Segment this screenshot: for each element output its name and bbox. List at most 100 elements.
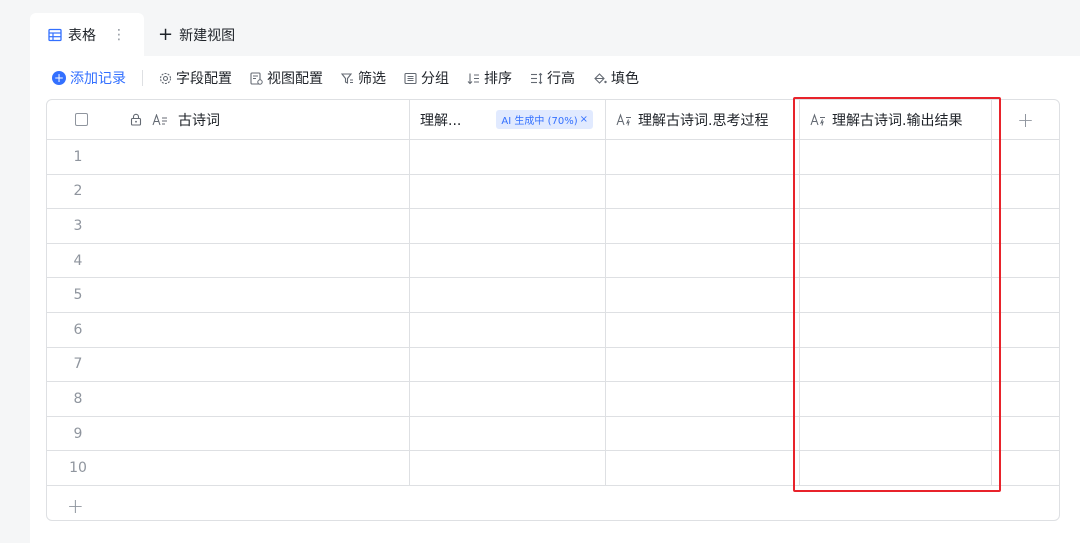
cell-thinking[interactable]: [606, 140, 800, 174]
cell-thinking[interactable]: [606, 416, 800, 451]
cell-thinking[interactable]: [606, 209, 800, 243]
ai-progress-badge[interactable]: AI 生成中 (70%) ×: [496, 110, 593, 129]
cell-poem[interactable]: 7: [47, 347, 410, 382]
cell-understand[interactable]: [410, 174, 606, 209]
row-number: 2: [73, 183, 83, 200]
cell-output[interactable]: [800, 278, 992, 312]
cell-output[interactable]: [800, 416, 992, 451]
row-number: 8: [73, 390, 83, 407]
cell-poem[interactable]: 10: [47, 451, 410, 485]
toolbar: + 添加记录 字段配置 视图配置 筛选 分组 排序 行高 填色: [52, 66, 657, 90]
plus-icon: +: [1017, 107, 1034, 132]
new-view-button[interactable]: + 新建视图: [144, 13, 249, 56]
column-header-poem[interactable]: 古诗词: [47, 100, 410, 139]
select-all-checkbox[interactable]: [75, 113, 88, 126]
app-root: 表格 ⋮ + 新建视图 + 添加记录 字段配置 视图配置 筛选 分组 排序 行高…: [0, 0, 1080, 543]
cell-understand[interactable]: [410, 416, 606, 451]
column-title-thinking: 理解古诗词.思考过程: [638, 112, 769, 129]
table-row[interactable]: 3: [47, 209, 1059, 244]
cell-thinking[interactable]: [606, 451, 800, 485]
table-grid-icon: [48, 28, 62, 42]
cell-empty: [992, 175, 1059, 209]
group-button[interactable]: 分组: [404, 68, 449, 88]
gear-icon: [159, 72, 172, 85]
table-row[interactable]: 1: [47, 140, 1059, 175]
table-row[interactable]: 2: [47, 174, 1059, 210]
cell-output[interactable]: [800, 174, 992, 209]
cell-understand[interactable]: [410, 347, 606, 382]
ai-text-field-icon: [616, 113, 632, 126]
table-row[interactable]: 9: [47, 416, 1059, 452]
cell-thinking[interactable]: [606, 347, 800, 382]
row-number: 5: [73, 287, 83, 304]
cell-poem[interactable]: 8: [47, 382, 410, 416]
cell-understand[interactable]: [410, 209, 606, 243]
cell-empty: [992, 278, 1059, 312]
cell-thinking[interactable]: [606, 243, 800, 278]
cell-understand[interactable]: [410, 451, 606, 485]
cell-output[interactable]: [800, 243, 992, 278]
cell-empty: [992, 313, 1059, 347]
cell-understand[interactable]: [410, 312, 606, 347]
cell-poem[interactable]: 9: [47, 416, 410, 451]
field-config-label: 字段配置: [176, 71, 232, 87]
cell-empty: [992, 209, 1059, 243]
cell-output[interactable]: [800, 312, 992, 347]
table-row[interactable]: 6: [47, 312, 1059, 348]
fill-color-button[interactable]: 填色: [593, 68, 639, 88]
ai-text-field-icon: [810, 113, 826, 126]
view-config-button[interactable]: 视图配置: [250, 68, 323, 88]
cell-output[interactable]: [800, 347, 992, 382]
cell-understand[interactable]: [410, 278, 606, 312]
group-label: 分组: [421, 71, 449, 87]
cell-output[interactable]: [800, 209, 992, 243]
cell-thinking[interactable]: [606, 174, 800, 209]
more-options-icon[interactable]: ⋮: [112, 27, 126, 43]
cell-output[interactable]: [800, 140, 992, 174]
cell-output[interactable]: [800, 451, 992, 485]
tab-table-view[interactable]: 表格 ⋮: [30, 13, 144, 56]
plus-circle-icon: +: [52, 71, 66, 85]
row-number: 4: [73, 252, 83, 269]
cell-empty: [992, 140, 1059, 174]
table-row[interactable]: 4: [47, 243, 1059, 279]
cell-understand[interactable]: [410, 243, 606, 278]
table-row[interactable]: 8: [47, 382, 1059, 417]
cell-poem[interactable]: 1: [47, 140, 410, 174]
cell-thinking[interactable]: [606, 312, 800, 347]
column-title-output: 理解古诗词.输出结果: [832, 112, 963, 129]
cell-thinking[interactable]: [606, 382, 800, 416]
add-column-button[interactable]: +: [992, 100, 1059, 139]
cell-poem[interactable]: 2: [47, 174, 410, 209]
filter-button[interactable]: 筛选: [341, 68, 386, 88]
cell-understand[interactable]: [410, 140, 606, 174]
table-row[interactable]: 5: [47, 278, 1059, 313]
row-number: 10: [69, 460, 87, 477]
column-header-thinking[interactable]: 理解古诗词.思考过程: [606, 100, 800, 139]
field-config-button[interactable]: 字段配置: [159, 68, 232, 88]
column-header-understand[interactable]: 理解... AI 生成中 (70%) ×: [410, 100, 606, 139]
paint-bucket-icon: [593, 72, 607, 85]
close-icon[interactable]: ×: [580, 114, 588, 125]
cell-thinking[interactable]: [606, 278, 800, 312]
add-record-label: 添加记录: [70, 71, 126, 87]
row-number: 6: [73, 321, 83, 338]
add-record-button[interactable]: + 添加记录: [52, 68, 126, 88]
table-row[interactable]: 10: [47, 451, 1059, 486]
row-height-button[interactable]: 行高: [530, 68, 575, 88]
column-header-output[interactable]: 理解古诗词.输出结果: [800, 100, 992, 139]
add-row-button[interactable]: +: [67, 496, 84, 516]
filter-label: 筛选: [358, 71, 386, 87]
cell-poem[interactable]: 5: [47, 278, 410, 312]
cell-poem[interactable]: 3: [47, 209, 410, 243]
cell-output[interactable]: [800, 382, 992, 416]
cell-poem[interactable]: 4: [47, 243, 410, 278]
tab-label: 表格: [68, 27, 96, 44]
cell-understand[interactable]: [410, 382, 606, 416]
sort-button[interactable]: 排序: [467, 68, 512, 88]
ai-progress-label: AI 生成中 (70%): [501, 116, 578, 127]
cell-poem[interactable]: 6: [47, 312, 410, 347]
table-row[interactable]: 7: [47, 347, 1059, 383]
row-number: 3: [73, 217, 83, 234]
table-body: 1 2 3 4 5 6 7 8 9 10: [47, 140, 1059, 486]
